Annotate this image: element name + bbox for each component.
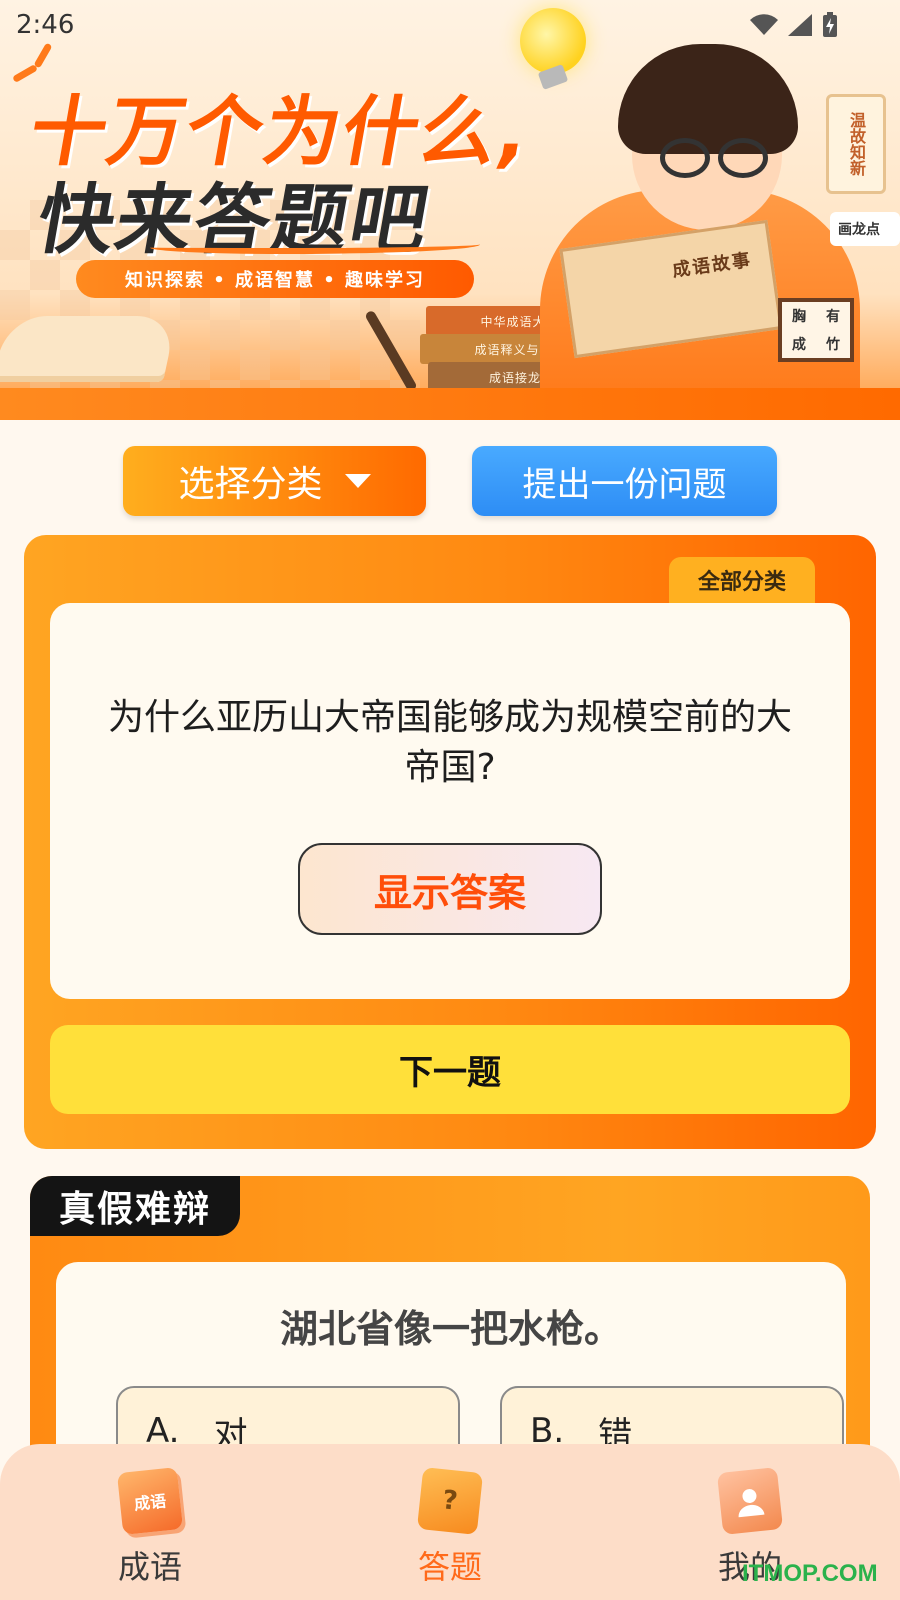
wifi-icon xyxy=(750,14,778,36)
banner-bottom-strip xyxy=(0,388,900,420)
signal-icon xyxy=(788,14,812,36)
nav-label: 成语 xyxy=(117,1548,182,1586)
true-false-panel: 真假难辩 湖北省像一把水枪。 A. 对 B. 错 xyxy=(30,1176,870,1502)
banner-tagline: 知识探索 • 成语智慧 • 趣味学习 xyxy=(76,260,474,298)
category-tab: 全部分类 xyxy=(669,557,815,603)
board-char: 竹 xyxy=(826,337,840,353)
question-text: 为什么亚历山大帝国能够成为规模空前的大帝国? xyxy=(107,697,792,788)
caret-down-icon xyxy=(344,474,371,488)
title-underline-swoosh xyxy=(150,238,480,254)
idiom-tag: 画龙点 xyxy=(830,212,900,246)
board-char: 胸 xyxy=(792,309,806,325)
question-card: 为什么亚历山大帝国能够成为规模空前的大帝国? 显示答案 xyxy=(50,603,850,999)
person-icon xyxy=(738,1489,765,1518)
watermark: ITMOP.COM xyxy=(742,1560,878,1587)
idiom-book-icon: 成语 xyxy=(116,1467,184,1535)
battery-icon xyxy=(823,12,837,37)
glasses-left xyxy=(660,138,710,178)
profile-card-icon xyxy=(716,1467,784,1535)
board-char: 成 xyxy=(792,337,806,353)
status-time: 2:46 xyxy=(16,10,75,40)
status-icons xyxy=(750,12,838,38)
open-book-illustration xyxy=(0,316,178,382)
status-bar: 2:46 xyxy=(0,0,900,50)
next-question-button[interactable]: 下一题 xyxy=(50,1025,850,1114)
question-panel: 全部分类 为什么亚历山大帝国能够成为规模空前的大帝国? 显示答案 下一题 xyxy=(24,535,876,1149)
nav-item-idiom[interactable]: 成语 成语 xyxy=(70,1467,230,1588)
show-answer-button[interactable]: 显示答案 xyxy=(298,843,602,935)
true-false-title: 真假难辩 xyxy=(30,1176,240,1236)
boy-hair xyxy=(618,44,798,154)
quiz-clipboard-icon: ? xyxy=(416,1467,484,1535)
true-false-statement: 湖北省像一把水枪。 xyxy=(279,1307,622,1351)
nav-label: 答题 xyxy=(417,1548,482,1586)
select-category-label: 选择分类 xyxy=(178,464,323,505)
hero-banner: 十万个为什么, 快来答题吧 知识探索 • 成语智慧 • 趣味学习 中华成语大词典… xyxy=(0,0,900,420)
scroll-illustration: 温故知新 xyxy=(826,94,886,194)
idiom-board-illustration: 胸 有 成 竹 xyxy=(778,298,854,362)
nav-item-quiz[interactable]: ? 答题 xyxy=(370,1467,530,1588)
glasses-right xyxy=(718,138,768,178)
title-accent-ray xyxy=(11,63,39,84)
select-category-button[interactable]: 选择分类 xyxy=(123,446,426,516)
ask-question-button[interactable]: 提出一份问题 xyxy=(472,446,777,516)
board-char: 有 xyxy=(826,309,840,325)
